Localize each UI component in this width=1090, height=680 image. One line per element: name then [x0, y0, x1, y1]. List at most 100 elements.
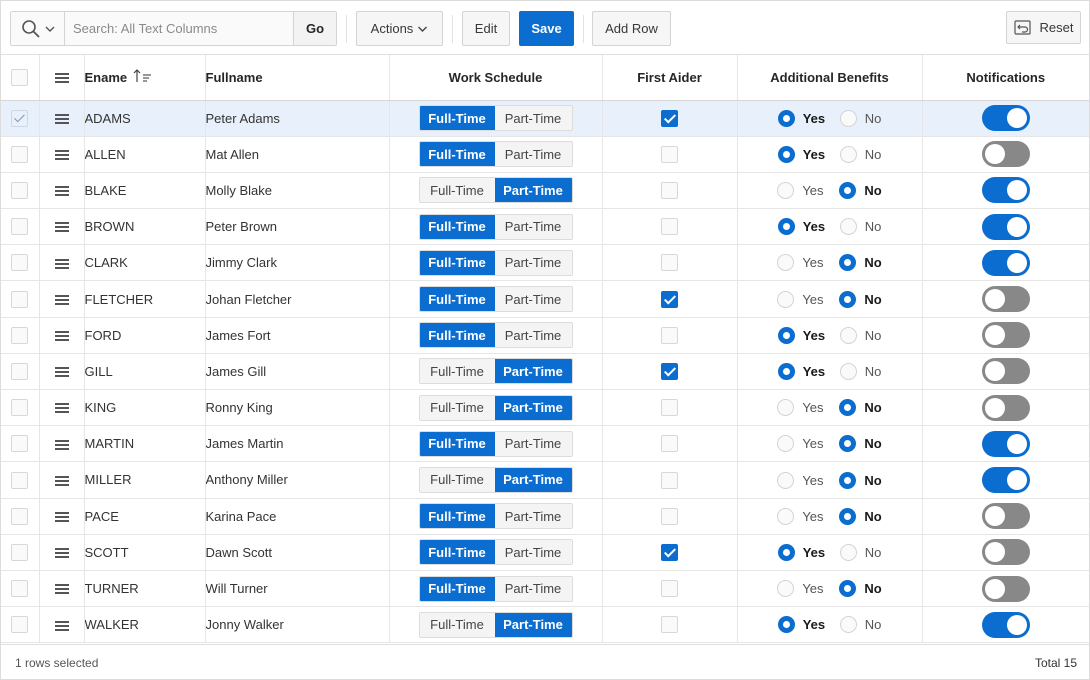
row-selector-cell[interactable]: [1, 461, 40, 499]
table-row[interactable]: BLAKE Molly Blake Full-Time Part-Time Yes No: [1, 172, 1089, 210]
ename-cell[interactable]: MILLER: [84, 461, 206, 499]
first-aider-checkbox[interactable]: [661, 254, 678, 272]
row-select-checkbox[interactable]: [11, 507, 29, 525]
part-time-option[interactable]: Part-Time: [494, 359, 572, 384]
row-select-checkbox[interactable]: [11, 290, 29, 308]
table-row[interactable]: MILLER Anthony Miller Full-Time Part-Time Ye…: [1, 461, 1089, 499]
row-actions-cell[interactable]: [39, 100, 85, 137]
notifications-switch[interactable]: [981, 611, 1030, 638]
benefits-no-radio[interactable]: No: [839, 616, 881, 634]
fullname-cell[interactable]: Molly Blake: [205, 172, 390, 210]
ename-cell[interactable]: ADAMS: [84, 100, 206, 137]
notifications-switch[interactable]: [981, 213, 1030, 240]
table-row[interactable]: SCOTT Dawn Scott Full-Time Part-Time Yes No: [1, 534, 1089, 571]
ename-cell[interactable]: FORD: [84, 317, 206, 354]
benefits-no-radio[interactable]: No: [839, 399, 882, 417]
row-selector-cell[interactable]: [1, 389, 40, 427]
row-selector-cell[interactable]: [1, 244, 40, 282]
ename-cell[interactable]: MARTIN: [84, 425, 206, 463]
row-select-checkbox[interactable]: [11, 145, 29, 163]
full-time-option[interactable]: Full-Time: [419, 359, 495, 384]
row-actions-cell[interactable]: [39, 425, 85, 463]
part-time-option[interactable]: Part-Time: [494, 540, 572, 565]
notifications-switch[interactable]: [981, 286, 1030, 313]
full-time-option[interactable]: Full-Time: [419, 178, 495, 203]
table-row[interactable]: ALLEN Mat Allen Full-Time Part-Time Yes No: [1, 136, 1089, 173]
row-actions-cell[interactable]: [39, 244, 85, 282]
full-time-option[interactable]: Full-Time: [419, 142, 495, 167]
search-input[interactable]: [65, 12, 293, 45]
benefits-no-radio[interactable]: No: [839, 362, 881, 380]
column-header-additional-benefits[interactable]: Additional Benefits: [737, 55, 923, 101]
column-header-work-schedule[interactable]: Work Schedule: [389, 55, 603, 101]
row-actions-cell[interactable]: [39, 353, 85, 391]
ename-cell[interactable]: PACE: [84, 498, 206, 535]
ename-cell[interactable]: TURNER: [84, 570, 206, 608]
first-aider-checkbox[interactable]: [661, 543, 678, 561]
benefits-yes-radio[interactable]: Yes: [777, 326, 840, 344]
fullname-cell[interactable]: James Gill: [205, 353, 390, 391]
row-selector-cell[interactable]: [1, 498, 40, 535]
full-time-option[interactable]: Full-Time: [419, 214, 495, 239]
row-selector-cell[interactable]: [1, 100, 40, 137]
fullname-cell[interactable]: James Fort: [205, 317, 390, 354]
notifications-switch[interactable]: [981, 430, 1030, 457]
table-row[interactable]: MARTIN James Martin Full-Time Part-Time Yes N…: [1, 425, 1089, 463]
first-aider-checkbox[interactable]: [661, 362, 678, 380]
notifications-switch[interactable]: [981, 141, 1030, 168]
row-actions-cell[interactable]: [39, 461, 85, 499]
fullname-cell[interactable]: Mat Allen: [205, 136, 390, 173]
fullname-cell[interactable]: Jonny Walker: [205, 606, 390, 644]
benefits-yes-radio[interactable]: Yes: [777, 507, 839, 525]
row-selector-cell[interactable]: [1, 208, 40, 246]
row-selector-cell[interactable]: [1, 534, 40, 571]
notifications-switch[interactable]: [981, 575, 1030, 602]
notifications-switch[interactable]: [981, 503, 1030, 530]
ename-cell[interactable]: GILL: [84, 353, 206, 391]
row-selector-cell[interactable]: [1, 136, 40, 173]
row-actions-cell[interactable]: [39, 172, 85, 210]
ename-cell[interactable]: FLETCHER: [84, 280, 206, 318]
benefits-no-radio[interactable]: No: [839, 182, 882, 199]
save-button[interactable]: Save: [519, 11, 574, 46]
full-time-option[interactable]: Full-Time: [419, 576, 495, 601]
benefits-no-radio[interactable]: No: [839, 543, 881, 561]
ename-cell[interactable]: SCOTT: [84, 534, 206, 571]
row-select-checkbox[interactable]: [11, 399, 29, 417]
benefits-yes-radio[interactable]: Yes: [777, 254, 839, 272]
column-header-notifications[interactable]: Notifications: [922, 55, 1089, 101]
benefits-no-radio[interactable]: No: [839, 290, 882, 308]
first-aider-checkbox[interactable]: [661, 435, 678, 453]
first-aider-checkbox[interactable]: [661, 145, 678, 163]
first-aider-checkbox[interactable]: [661, 399, 678, 417]
add-row-button[interactable]: Add Row: [592, 11, 671, 46]
benefits-yes-radio[interactable]: Yes: [777, 182, 839, 199]
ename-cell[interactable]: CLARK: [84, 244, 206, 282]
first-aider-checkbox[interactable]: [661, 218, 678, 236]
row-actions-cell[interactable]: [39, 570, 85, 608]
full-time-option[interactable]: Full-Time: [419, 106, 495, 131]
part-time-option[interactable]: Part-Time: [494, 431, 572, 456]
table-row[interactable]: FORD James Fort Full-Time Part-Time Yes No: [1, 317, 1089, 354]
part-time-option[interactable]: Part-Time: [494, 504, 572, 529]
ename-cell[interactable]: ALLEN: [84, 136, 206, 173]
first-aider-checkbox[interactable]: [661, 326, 678, 344]
full-time-option[interactable]: Full-Time: [419, 250, 495, 275]
row-select-checkbox[interactable]: [11, 435, 29, 453]
full-time-option[interactable]: Full-Time: [419, 504, 495, 529]
edit-button[interactable]: Edit: [462, 11, 510, 46]
row-actions-header[interactable]: [39, 55, 85, 101]
table-row[interactable]: GILL James Gill Full-Time Part-Time Yes No: [1, 353, 1089, 391]
first-aider-checkbox[interactable]: [661, 580, 678, 598]
fullname-cell[interactable]: Johan Fletcher: [205, 280, 390, 318]
row-actions-cell[interactable]: [39, 317, 85, 354]
ename-cell[interactable]: BLAKE: [84, 172, 206, 210]
part-time-option[interactable]: Part-Time: [494, 323, 572, 348]
fullname-cell[interactable]: Peter Brown: [205, 208, 390, 246]
first-aider-checkbox[interactable]: [661, 507, 678, 525]
notifications-switch[interactable]: [981, 322, 1030, 349]
row-selector-cell[interactable]: [1, 353, 40, 391]
column-header-ename[interactable]: Ename: [84, 55, 206, 101]
row-actions-cell[interactable]: [39, 534, 85, 571]
benefits-yes-radio[interactable]: Yes: [777, 218, 840, 236]
